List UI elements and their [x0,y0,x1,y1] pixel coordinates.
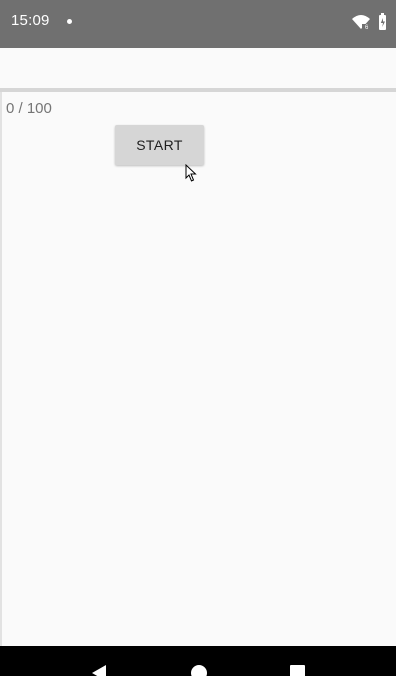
navigation-bar [0,646,396,676]
battery-icon [379,13,386,30]
notification-dot-icon [67,19,72,24]
back-icon[interactable] [90,664,108,676]
home-icon[interactable] [191,665,207,676]
status-icons: 6 [352,13,386,31]
app-bar-divider [0,88,396,92]
mouse-cursor-icon [185,164,197,182]
progress-text: 0 / 100 [6,100,52,117]
left-edge-line [0,92,2,648]
status-bar: 15:09 6 [0,0,396,48]
android-screen: 15:09 6 0 / 100 START [0,0,396,676]
app-bar [0,48,396,88]
recents-icon[interactable] [290,665,305,676]
status-time: 15:09 [11,12,50,29]
start-button[interactable]: START [115,125,204,165]
wifi-icon: 6 [352,15,370,31]
